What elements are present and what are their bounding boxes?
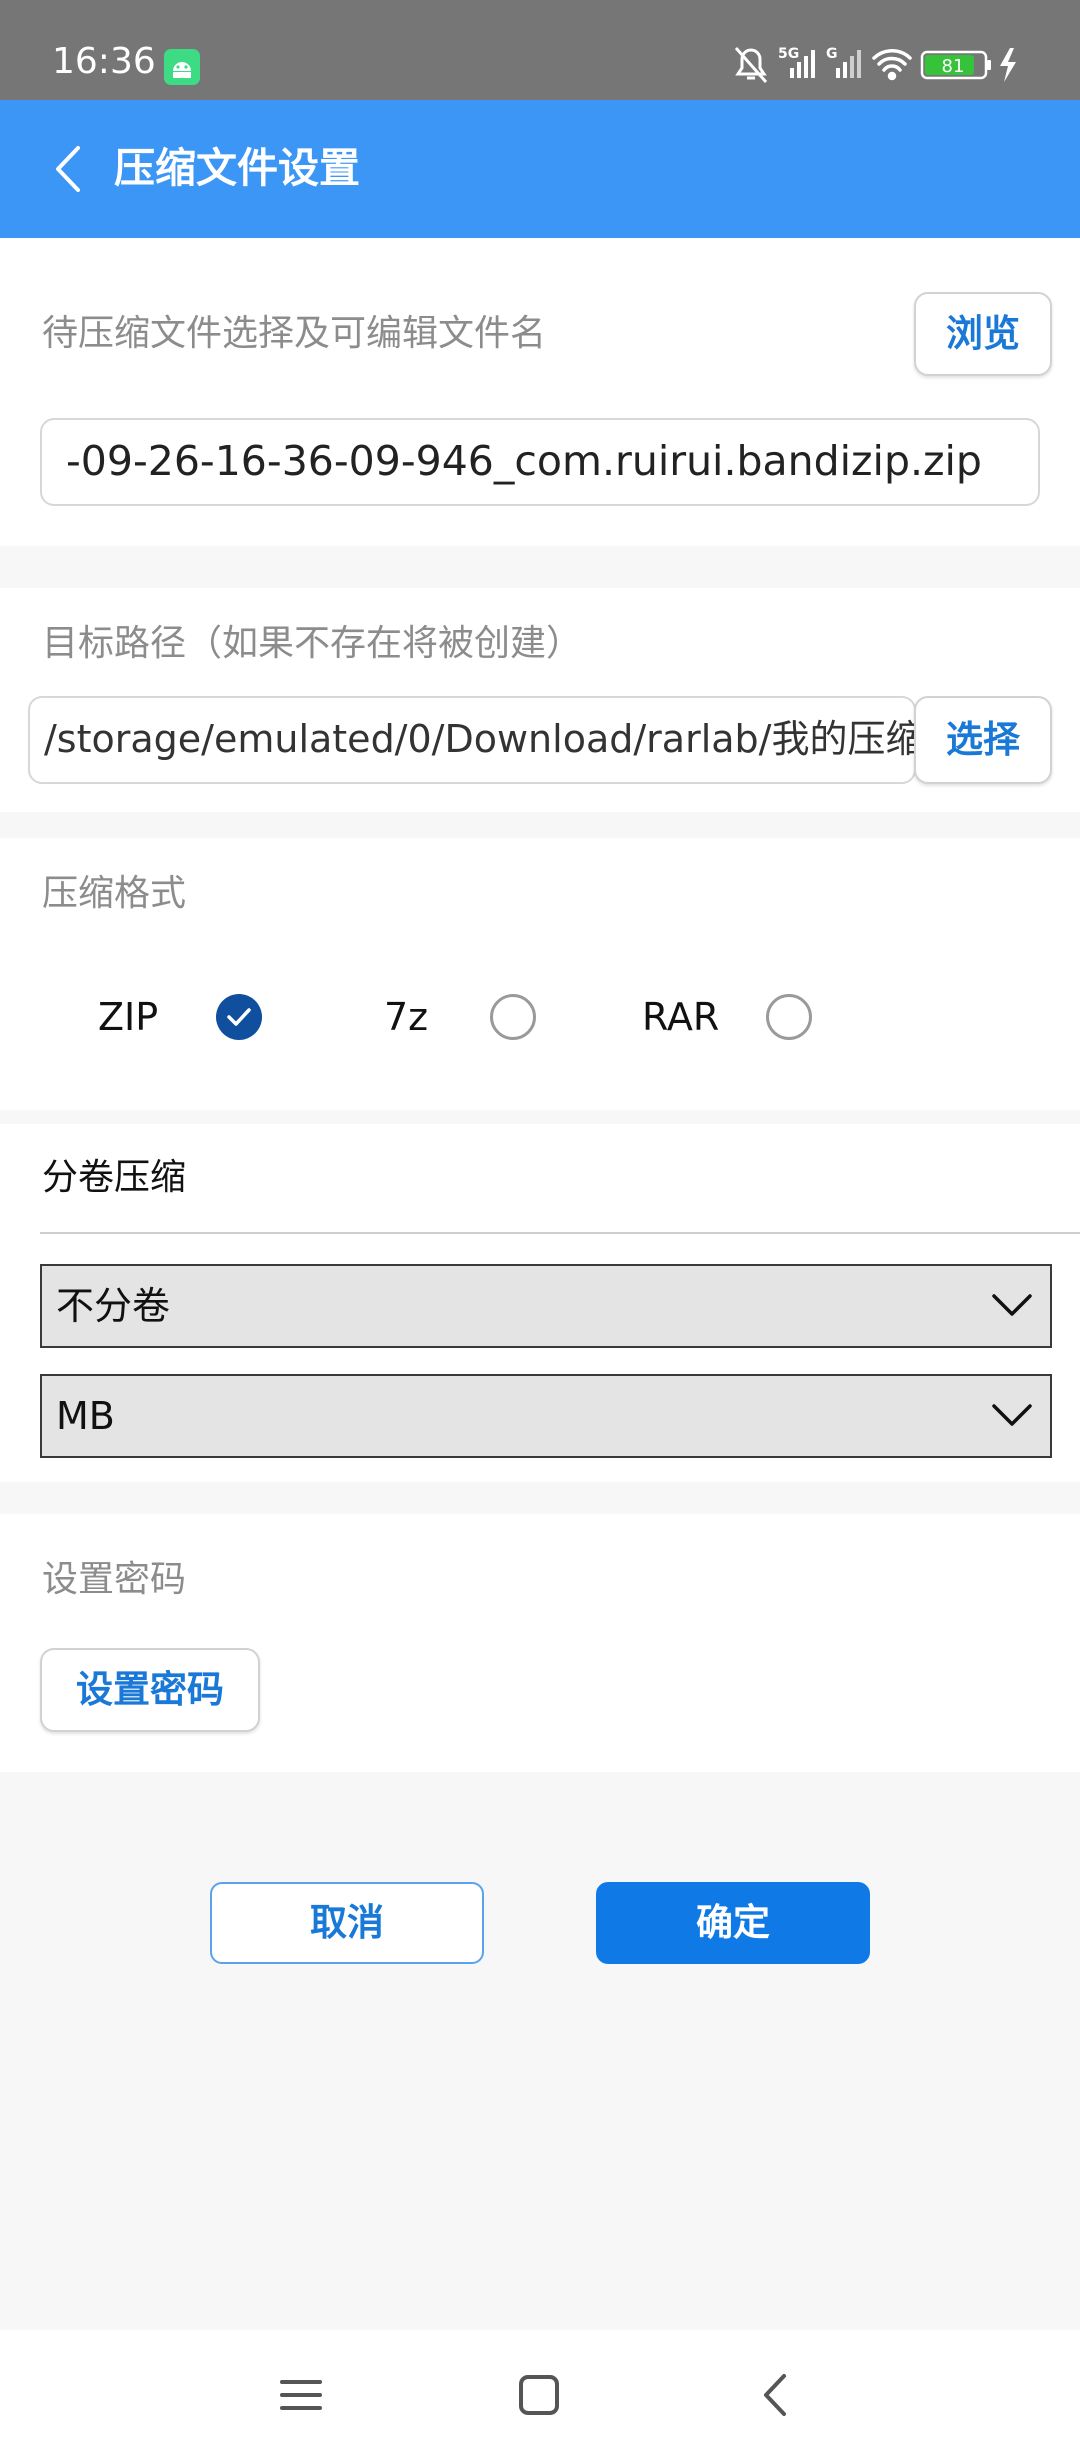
format-option-7z-label[interactable]: 7z — [384, 992, 428, 1042]
format-option-zip-radio[interactable] — [216, 994, 262, 1040]
back-icon[interactable] — [742, 2360, 812, 2430]
chevron-left-icon[interactable] — [40, 134, 96, 204]
chevron-down-icon — [992, 1294, 1032, 1316]
target-path-input[interactable]: /storage/emulated/0/Download/rarlab/我的压缩 — [28, 696, 916, 784]
split-select-value: 不分卷 — [56, 1284, 171, 1328]
nav-bar — [0, 2330, 1080, 2460]
split-section: 分卷压缩 不分卷 MB — [0, 1124, 1080, 1482]
mute-icon — [734, 47, 768, 83]
page-title: 压缩文件设置 — [114, 144, 360, 192]
format-option-zip-label[interactable]: ZIP — [98, 992, 158, 1042]
cancel-button[interactable]: 取消 — [210, 1882, 484, 1964]
chevron-down-icon — [992, 1404, 1032, 1426]
battery-icon: 81 — [920, 50, 991, 80]
divider — [40, 1232, 1080, 1234]
format-option-rar-label[interactable]: RAR — [642, 992, 719, 1042]
split-select[interactable]: 不分卷 — [40, 1264, 1052, 1348]
target-path-section: 目标路径（如果不存在将被创建） /storage/emulated/0/Down… — [0, 588, 1080, 812]
format-label: 压缩格式 — [42, 873, 187, 914]
status-icons: 5G G 81 — [734, 46, 1016, 83]
choose-path-button[interactable]: 选择 — [914, 696, 1052, 784]
filename-input[interactable]: -09-26-16-36-09-946_com.ruirui.bandizip.… — [40, 418, 1040, 506]
home-icon[interactable] — [504, 2360, 574, 2430]
charging-icon — [1000, 48, 1016, 82]
signal-5g-icon: 5G — [778, 46, 815, 78]
app-bar: 压缩文件设置 — [0, 100, 1080, 238]
set-password-button[interactable]: 设置密码 — [40, 1648, 260, 1732]
status-time: 16:36 — [52, 41, 156, 82]
password-label: 设置密码 — [42, 1559, 187, 1600]
svg-text:G: G — [826, 46, 838, 62]
browse-button[interactable]: 浏览 — [914, 292, 1052, 376]
file-section-label: 待压缩文件选择及可编辑文件名 — [42, 313, 547, 354]
check-icon — [227, 1008, 251, 1026]
wifi-icon — [872, 49, 912, 81]
format-option-7z-radio[interactable] — [490, 994, 536, 1040]
password-section: 设置密码 设置密码 — [0, 1514, 1080, 1772]
format-section: 压缩格式 — [0, 838, 1080, 1110]
android-app-icon — [164, 49, 200, 85]
svg-text:81: 81 — [942, 56, 965, 77]
signal-g-icon: G — [826, 46, 861, 78]
file-section: 待压缩文件选择及可编辑文件名 浏览 -09-26-16-36-09-946_co… — [0, 238, 1080, 546]
unit-select[interactable]: MB — [40, 1374, 1052, 1458]
menu-icon[interactable] — [266, 2360, 336, 2430]
svg-text:5G: 5G — [778, 46, 799, 62]
target-path-label: 目标路径（如果不存在将被创建） — [42, 623, 583, 664]
unit-select-value: MB — [56, 1394, 115, 1438]
split-label: 分卷压缩 — [42, 1157, 187, 1198]
status-bar: 16:36 5G G 81 — [0, 0, 1080, 100]
confirm-button[interactable]: 确定 — [596, 1882, 870, 1964]
format-option-rar-radio[interactable] — [766, 994, 812, 1040]
